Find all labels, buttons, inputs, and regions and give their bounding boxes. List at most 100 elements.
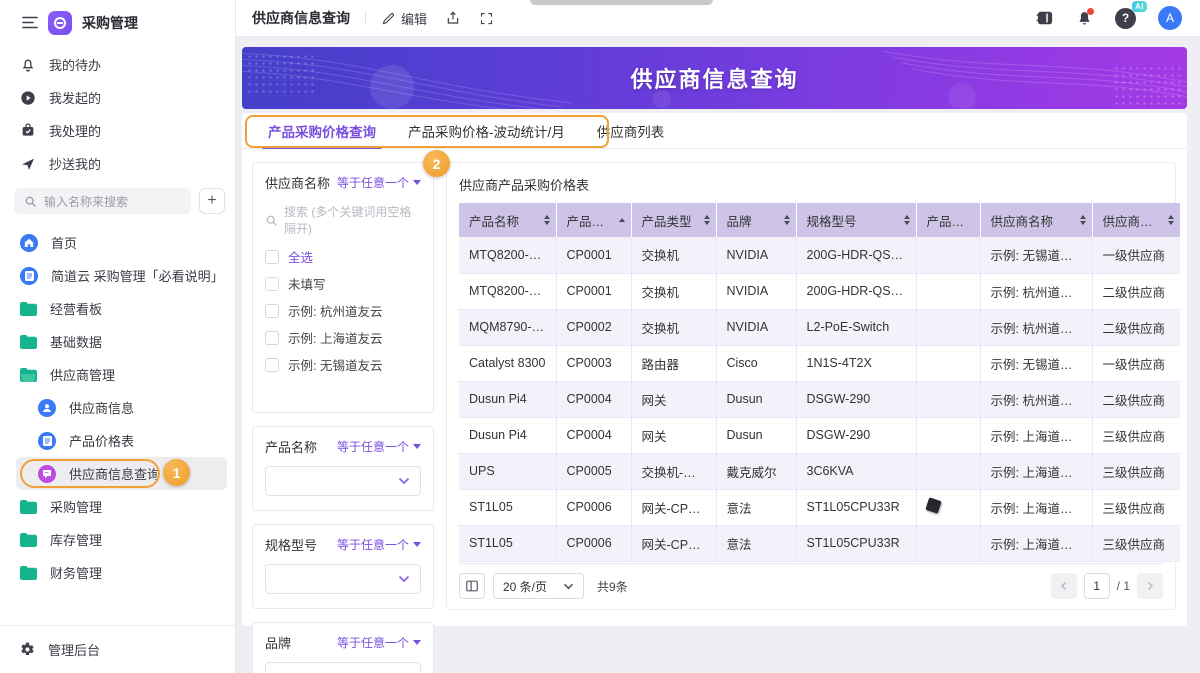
operator-dropdown[interactable]: 等于任意一个 (337, 536, 421, 553)
sidebar-item-label: 首页 (51, 233, 77, 252)
filter-option[interactable]: 示例: 杭州道友云 (265, 297, 421, 324)
notifications-button[interactable] (1076, 10, 1093, 27)
table-row: MQM8790-HS2RCP0002交换机NVIDIAL2-PoE-Switch… (459, 309, 1180, 345)
sidebar-item-guide[interactable]: 简道云 采购管理「必看说明」 (0, 259, 235, 292)
product-image-chip[interactable] (925, 497, 941, 513)
tab-price-fluctuation-monthly[interactable]: 产品采购价格-波动统计/月 (392, 113, 581, 148)
filter-option[interactable]: 未填写 (265, 270, 421, 297)
table-cell: ST1L05CPU33R (796, 525, 916, 561)
next-page-button[interactable] (1137, 573, 1163, 599)
current-page-input[interactable]: 1 (1084, 573, 1110, 599)
filter-option[interactable]: 示例: 无锡道友云 (265, 351, 421, 378)
table-cell: 示例: 无锡道友云 (980, 345, 1092, 381)
table-column-header[interactable]: 产品类型 (631, 203, 716, 237)
edit-button[interactable]: 编辑 (381, 9, 427, 28)
table-column-header[interactable]: 供应商名称 (980, 203, 1092, 237)
table-cell: 1N1S-4T2X (796, 345, 916, 381)
sidebar-search-input[interactable]: 输入名称来搜索 (14, 188, 191, 214)
column-settings-button[interactable] (459, 573, 485, 599)
table-column-header[interactable]: 品牌 (716, 203, 796, 237)
tab-supplier-list[interactable]: 供应商列表 (581, 113, 681, 148)
sidebar-item-my-initiated[interactable]: 我发起的 (0, 81, 235, 114)
sidebar-item-base-data[interactable]: 基础数据 (0, 325, 235, 358)
table-cell (916, 309, 980, 345)
topbar: 供应商信息查询 编辑 (236, 0, 1200, 37)
checkbox[interactable] (265, 331, 279, 345)
main-area: 供应商信息查询 编辑 (236, 0, 1200, 673)
page-size-select[interactable]: 20 条/页 (493, 573, 584, 599)
collapse-sidebar-icon[interactable] (22, 16, 38, 29)
filter-label: 供应商名称 (265, 173, 330, 192)
table-cell: CP0005 (556, 453, 631, 489)
share-button[interactable] (445, 10, 461, 26)
sidebar-item-home[interactable]: 首页 (0, 226, 235, 259)
user-avatar[interactable]: A (1158, 6, 1182, 30)
filter-option-label: 示例: 上海道友云 (288, 328, 382, 347)
checkbox[interactable] (265, 358, 279, 372)
sidebar-item-supplier-info-query[interactable]: 供应商信息查询 1 (16, 457, 227, 490)
tabs-bar: 产品采购价格查询 产品采购价格-波动统计/月 供应商列表 (242, 113, 1187, 149)
fullscreen-button[interactable] (479, 11, 494, 26)
filter-select[interactable] (265, 662, 421, 673)
page-total: / 1 (1117, 579, 1130, 593)
table-cell: 网关 (631, 417, 716, 453)
filter-brand: 品牌 等于任意一个 (252, 622, 434, 673)
sidebar-item-my-processed[interactable]: 我处理的 (0, 114, 235, 147)
table-cell: CP0001 (556, 273, 631, 309)
sidebar-item-finance-management[interactable]: 财务管理 (0, 556, 235, 589)
folder-icon (20, 335, 37, 349)
tab-label: 供应商列表 (597, 121, 665, 141)
filter-supplier-name: 供应商名称 等于任意一个 搜索 (多个关键词用空格隔开) (252, 162, 434, 413)
sidebar-item-cc-to-me[interactable]: 抄送我的 (0, 147, 235, 180)
sidebar-item-my-todo[interactable]: 我的待办 (0, 48, 235, 81)
sidebar-item-product-price-list[interactable]: 产品价格表 (0, 424, 235, 457)
operator-dropdown[interactable]: 等于任意一个 (337, 634, 421, 651)
checkbox[interactable] (265, 250, 279, 264)
chevron-down-icon (398, 477, 410, 485)
checkbox[interactable] (265, 277, 279, 291)
filter-select[interactable] (265, 564, 421, 594)
sidebar-item-admin-console[interactable]: 管理后台 (0, 635, 235, 663)
sort-icon (619, 218, 625, 222)
table-cell: Dusun Pi4 (459, 417, 556, 453)
operator-dropdown[interactable]: 等于任意一个 (337, 174, 421, 191)
prev-page-button[interactable] (1051, 573, 1077, 599)
operator-dropdown[interactable]: 等于任意一个 (337, 438, 421, 455)
filter-option[interactable]: 示例: 上海道友云 (265, 324, 421, 351)
sidebar-item-supplier-management[interactable]: 供应商管理 (0, 358, 235, 391)
folder-icon (20, 533, 37, 547)
table-cell: CP0006 (556, 525, 631, 561)
panel-toggle-button[interactable] (1036, 10, 1054, 26)
table-column-header[interactable]: 产品图片 (916, 203, 980, 237)
filter-option[interactable]: 全选 (265, 243, 421, 270)
tab-product-purchase-price-query[interactable]: 产品采购价格查询 (252, 113, 392, 148)
sidebar-item-label: 我处理的 (49, 121, 101, 140)
chat-icon (38, 465, 56, 483)
table-column-header[interactable]: 规格型号 (796, 203, 916, 237)
table-column-header[interactable]: 产品编码 (556, 203, 631, 237)
table-cell: CP0004 (556, 417, 631, 453)
table-cell: MTQ8200-HS2F (459, 237, 556, 273)
filter-select[interactable] (265, 466, 421, 496)
filter-search-input[interactable]: 搜索 (多个关键词用空格隔开) (265, 203, 421, 237)
sidebar-item-label: 我的待办 (49, 55, 101, 74)
chevron-left-icon (1059, 581, 1069, 591)
sidebar-item-inventory-management[interactable]: 库存管理 (0, 523, 235, 556)
sidebar-item-procurement-management[interactable]: 采购管理 (0, 490, 235, 523)
table-cell: 交换机 (631, 309, 716, 345)
topbar-right: ? AI A (1036, 6, 1182, 30)
home-icon (20, 234, 38, 252)
table-cell: 交换机-电源 (631, 453, 716, 489)
sidebar-item-supplier-info[interactable]: 供应商信息 (0, 391, 235, 424)
table-row: Dusun Pi4CP0004网关DusunDSGW-290示例: 上海道友云三… (459, 417, 1180, 453)
sidebar-item-business-dashboard[interactable]: 经营看板 (0, 292, 235, 325)
table-column-header[interactable]: 供应商等级 (1092, 203, 1180, 237)
table-column-header[interactable]: 产品名称 (459, 203, 556, 237)
table-cell: 示例: 上海道友云 (980, 453, 1092, 489)
folder-open-icon (20, 368, 37, 382)
help-button[interactable]: ? AI (1115, 8, 1136, 29)
sort-icon (904, 215, 910, 225)
checkbox[interactable] (265, 304, 279, 318)
add-button[interactable]: + (199, 188, 225, 214)
table-cell: 示例: 上海道友云 (980, 525, 1092, 561)
